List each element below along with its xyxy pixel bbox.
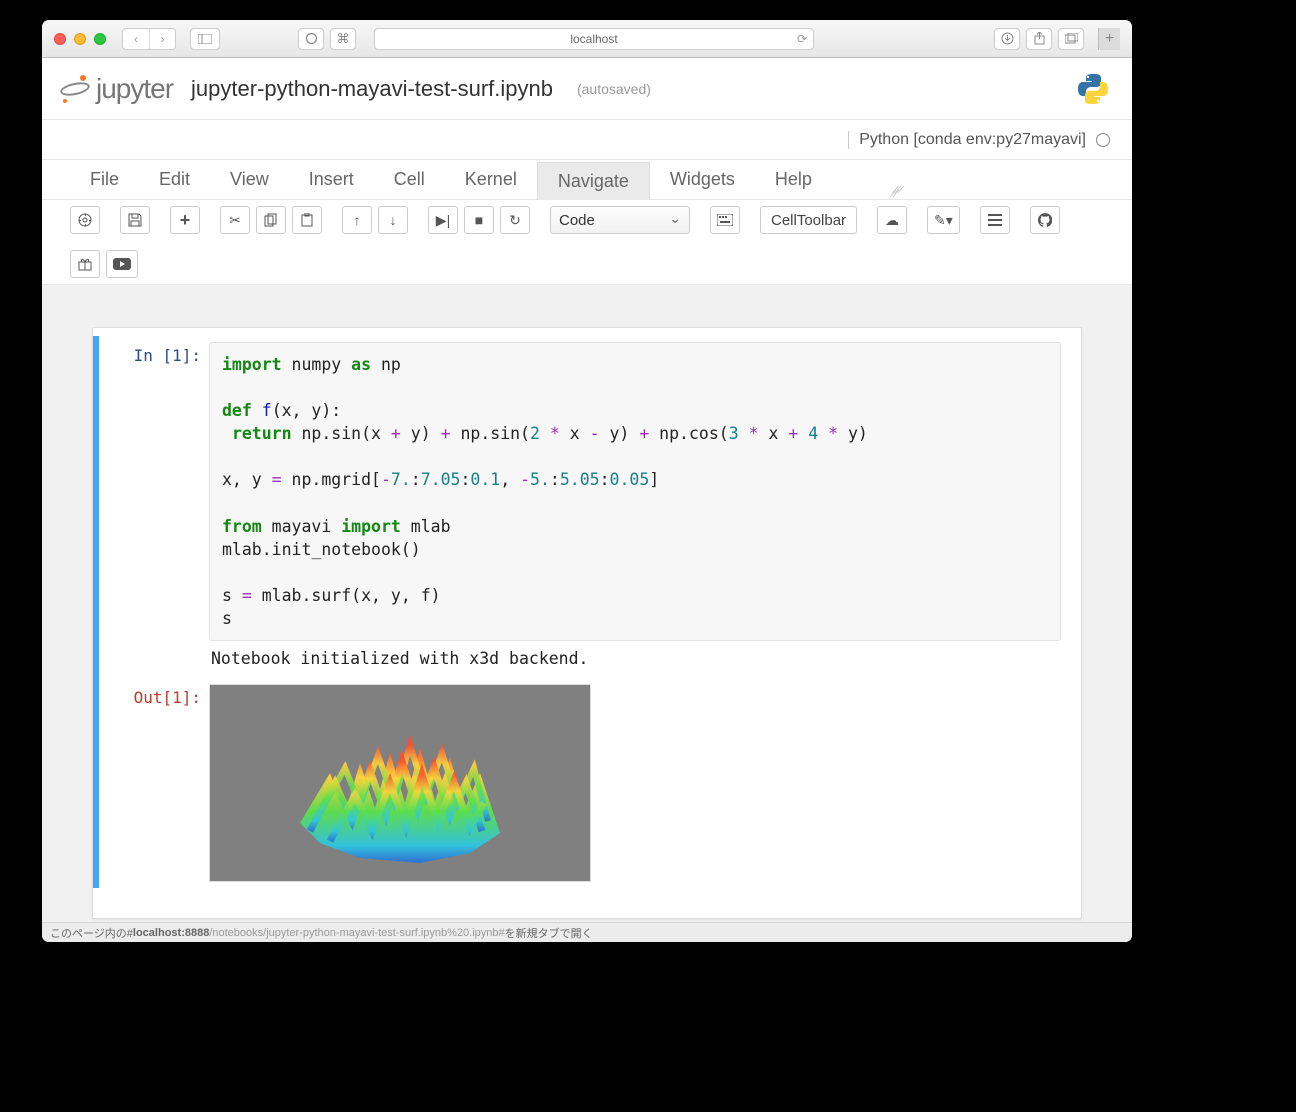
url-text: localhost [570,32,617,46]
menu-edit[interactable]: Edit [139,161,210,198]
jupyter-header: jupyter jupyter-python-mayavi-test-surf.… [42,58,1132,120]
menu-view[interactable]: View [210,161,289,198]
close-window-button[interactable] [54,33,66,45]
jupyter-planet-icon [60,74,90,104]
toolbar: + ✂ ↑ ↓ ▶| ■ ↻ Code CellToolbar ☁ [42,200,1132,285]
share-icon[interactable] [298,28,324,50]
command-palette-button[interactable] [710,206,740,234]
browser-window: ‹ › ⌘ localhost ⟳ + [42,20,1132,942]
menu-help[interactable]: Help [755,161,832,198]
page-content: jupyter jupyter-python-mayavi-test-surf.… [42,58,1132,942]
notebook-title[interactable]: jupyter-python-mayavi-test-surf.ipynb [191,76,553,102]
notebook-scroll-area[interactable]: In [1]: import numpy as np def f(x, y): … [42,285,1132,942]
back-button[interactable]: ‹ [123,29,149,49]
menu-kernel[interactable]: Kernel [445,161,537,198]
youtube-button[interactable] [106,250,138,278]
save-disk-button[interactable] [120,206,150,234]
forward-button[interactable]: › [149,29,175,49]
menu-cell[interactable]: Cell [374,161,445,198]
tabs-overview-icon[interactable] [1058,28,1084,50]
jupyter-logo-text: jupyter [96,73,173,105]
cell-toolbar-button[interactable]: CellToolbar [760,206,857,234]
cut-button[interactable]: ✂ [220,206,250,234]
move-up-button[interactable]: ↑ [342,206,372,234]
downloads-icon[interactable] [994,28,1020,50]
resize-handle-icon[interactable]: ///// [889,189,902,197]
menu-navigate[interactable]: Navigate [537,162,650,200]
jupyter-logo[interactable]: jupyter [60,73,173,105]
add-cell-button[interactable]: + [170,206,200,234]
move-down-button[interactable]: ↓ [378,206,408,234]
url-bar[interactable]: localhost ⟳ [374,28,814,50]
output-cell: Out[1]: [93,678,1081,888]
brush-button[interactable]: ✎▾ [927,206,960,234]
sidebar-toggle-button[interactable] [190,28,220,50]
cloud-button[interactable]: ☁ [877,206,907,234]
python-logo-icon [1076,72,1110,111]
mayavi-surface-output[interactable] [209,684,591,882]
extensions-icon[interactable]: ⌘ [330,28,356,50]
run-button[interactable]: ▶| [428,206,458,234]
paste-button[interactable] [292,206,322,234]
github-button[interactable] [1030,206,1060,234]
cell-type-value: Code [559,212,595,229]
in-prompt: In [1]: [99,336,209,678]
reload-icon[interactable]: ⟳ [797,32,807,46]
out-prompt: Out[1]: [99,678,209,888]
kernel-status-bar: Python [conda env:py27mayavi] [42,120,1132,160]
nav-back-forward: ‹ › [122,28,176,50]
stdout-output: Notebook initialized with x3d backend. [209,641,1061,672]
toc-button[interactable] [980,206,1010,234]
kernel-name[interactable]: Python [conda env:py27mayavi] [848,131,1086,149]
menu-widgets[interactable]: Widgets [650,161,755,198]
restart-button[interactable]: ↻ [500,206,530,234]
cell-type-select[interactable]: Code [550,206,690,234]
save-button[interactable] [70,206,100,234]
stop-button[interactable]: ■ [464,206,494,234]
notebook-container: In [1]: import numpy as np def f(x, y): … [92,327,1082,919]
share-button[interactable] [1026,28,1052,50]
status-bar: このページ内の#localhost:8888/notebooks/jupyter… [42,922,1132,942]
new-tab-button[interactable]: + [1098,28,1120,50]
autosaved-label: (autosaved) [577,81,651,97]
minimize-window-button[interactable] [74,33,86,45]
code-cell[interactable]: In [1]: import numpy as np def f(x, y): … [93,336,1081,678]
menu-insert[interactable]: Insert [289,161,374,198]
titlebar: ‹ › ⌘ localhost ⟳ + [42,20,1132,58]
code-editor[interactable]: import numpy as np def f(x, y): return n… [209,342,1061,641]
copy-button[interactable] [256,206,286,234]
window-controls [54,33,106,45]
zoom-window-button[interactable] [94,33,106,45]
menu-bar: FileEditViewInsertCellKernelNavigateWidg… [42,160,1132,200]
kernel-idle-icon [1096,133,1110,147]
gift-button[interactable] [70,250,100,278]
menu-file[interactable]: File [70,161,139,198]
